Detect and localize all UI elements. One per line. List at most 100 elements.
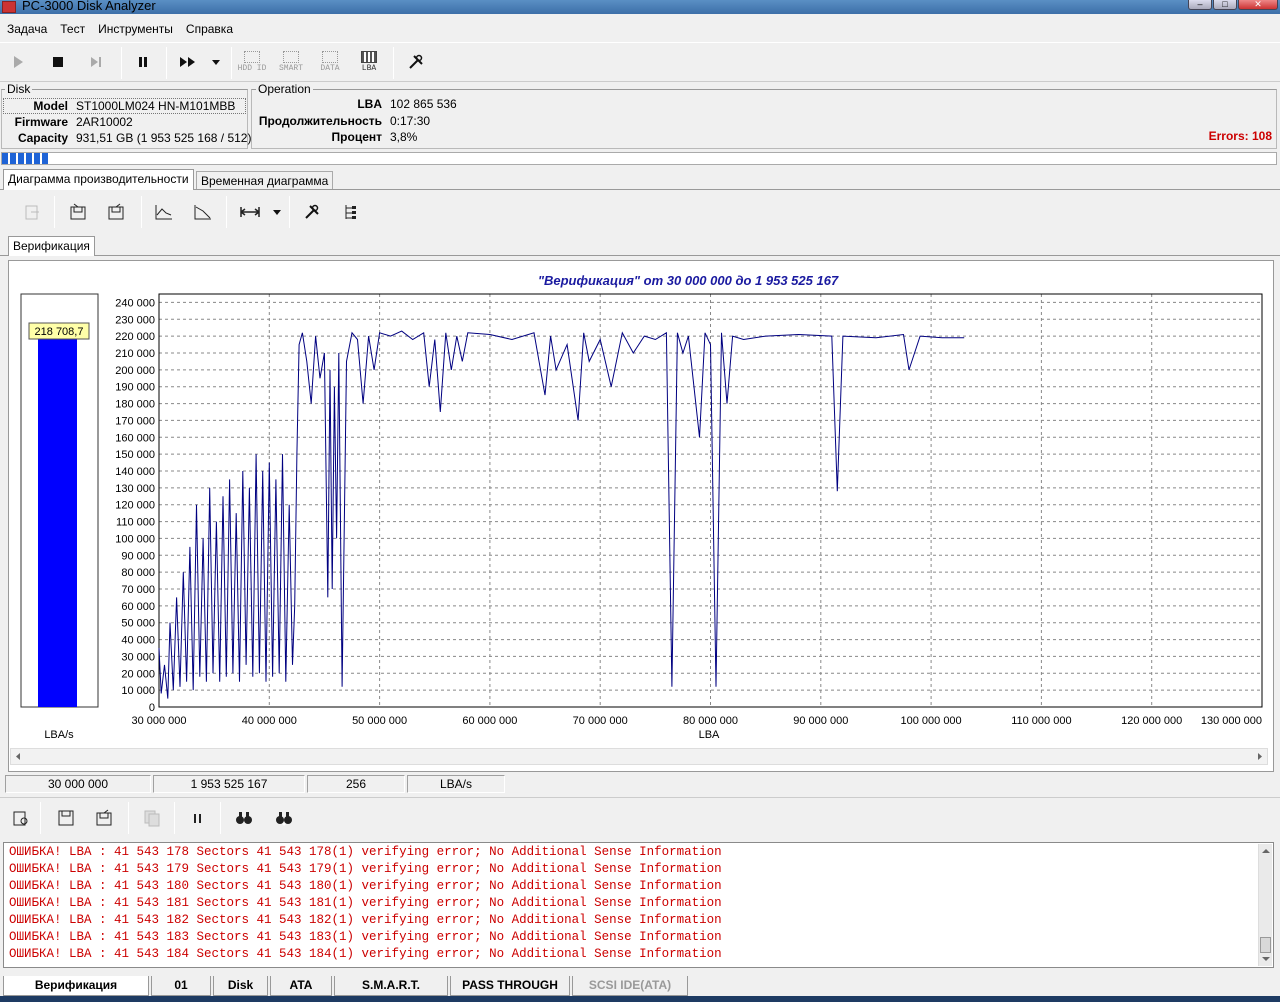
y-tick-label: 160 000 [115, 432, 155, 444]
y-tick-label: 10 000 [121, 685, 155, 697]
capacity-label: Capacity [17, 131, 68, 145]
data-button[interactable]: DATA [315, 51, 345, 73]
tab-time-diagram[interactable]: Временная диаграмма [196, 171, 334, 189]
tree-view-button[interactable] [338, 200, 362, 224]
bottom-tab-scsi-ide[interactable]: SCSI IDE(ATA) [572, 976, 688, 996]
progress-fill [2, 153, 51, 164]
menu-bar: Задача Тест Инструменты Справка [0, 19, 1280, 41]
range-button[interactable] [238, 200, 262, 224]
x-tick-label: 30 000 000 [131, 715, 186, 727]
firmware-value: 2AR10002 [76, 115, 133, 129]
smart-button[interactable]: SMART [276, 51, 306, 73]
menu-tools[interactable]: Инструменты [91, 19, 179, 36]
log-toolbar [0, 797, 1280, 839]
performance-chart: 218 708,7 LBA/s "Верификация" от 30 000 … [20, 273, 1263, 741]
fast-forward-dropdown[interactable] [208, 50, 224, 74]
play-icon [14, 56, 23, 68]
save-as-button[interactable] [104, 200, 128, 224]
log-settings-button[interactable] [8, 806, 32, 830]
binoculars-next-icon [276, 812, 292, 826]
chart-line-button[interactable] [152, 200, 176, 224]
model-label: Model [33, 99, 68, 113]
bottom-tab-ata[interactable]: ATA [270, 976, 332, 996]
stop-icon [53, 57, 63, 67]
gauge-bar [38, 338, 77, 707]
bottom-tab-disk[interactable]: Disk [213, 976, 268, 996]
y-tick-label: 120 000 [115, 500, 155, 512]
scroll-down-icon[interactable] [1260, 953, 1272, 965]
log-panel: ОШИБКА! LBA : 41 543 178 Sectors 41 543 … [3, 842, 1274, 968]
chart-horizontal-scrollbar[interactable] [10, 748, 1268, 765]
log-find-next-button[interactable] [272, 806, 296, 830]
scroll-up-icon[interactable] [1260, 845, 1272, 857]
model-value: ST1000LM024 HN-M101MBB [76, 99, 236, 113]
hdd-id-button[interactable]: HDD ID [237, 51, 267, 73]
minimize-button[interactable]: – [1188, 0, 1212, 10]
fast-forward-icon [180, 57, 195, 67]
chart-toolbar [0, 192, 1280, 232]
menu-task[interactable]: Задача [0, 19, 53, 36]
x-tick-label: 80 000 000 [683, 715, 738, 727]
tools-icon [305, 204, 319, 219]
log-copy-button[interactable] [140, 806, 164, 830]
close-button[interactable]: ✕ [1238, 0, 1278, 10]
chart-settings-button[interactable] [300, 200, 324, 224]
title-bar: PC-3000 Disk Analyzer – □ ✕ [0, 0, 1280, 14]
skip-button[interactable] [84, 50, 108, 74]
subtab-verification[interactable]: Верификация [8, 236, 95, 256]
export-icon [25, 205, 39, 220]
tab-performance-diagram[interactable]: Диаграмма производительности [3, 169, 194, 190]
log-save-button[interactable] [54, 806, 78, 830]
duration-label: Продолжительность [258, 114, 382, 128]
data-icon [322, 51, 338, 63]
menu-test[interactable]: Тест [53, 19, 91, 36]
chart-panel: 218 708,7 LBA/s "Верификация" от 30 000 … [8, 260, 1274, 772]
chart-line-icon [155, 205, 172, 220]
chevron-down-icon [273, 209, 281, 215]
lba-field-value: 102 865 536 [390, 97, 457, 111]
x-tick-label: 70 000 000 [573, 715, 628, 727]
tools-icon [409, 54, 423, 69]
y-tick-label: 110 000 [116, 517, 155, 529]
pause-button[interactable] [131, 50, 155, 74]
pause-icon [194, 814, 201, 823]
stop-button[interactable] [46, 50, 70, 74]
app-icon [2, 1, 16, 13]
log-find-button[interactable] [232, 806, 256, 830]
save-icon [58, 810, 74, 826]
range-dropdown[interactable] [270, 200, 284, 224]
bottom-tab-smart[interactable]: S.M.A.R.T. [334, 976, 448, 996]
y-tick-label: 40 000 [121, 635, 155, 647]
bottom-tab-pass-through[interactable]: PASS THROUGH [450, 976, 570, 996]
scroll-thumb[interactable] [1260, 937, 1271, 953]
os-taskbar [0, 996, 1280, 1002]
binoculars-icon [236, 812, 252, 824]
export-button[interactable] [20, 200, 44, 224]
y-tick-label: 200 000 [115, 365, 155, 377]
log-save-as-button[interactable] [92, 806, 116, 830]
capacity-value: 931,51 GB (1 953 525 168 / 512) [76, 131, 252, 145]
menu-help[interactable]: Справка [179, 19, 239, 36]
y-tick-label: 60 000 [121, 601, 155, 613]
scroll-left-icon[interactable] [12, 749, 24, 764]
save-as-icon [108, 203, 124, 220]
copy-icon [144, 810, 160, 827]
chart-trend-button[interactable] [191, 200, 215, 224]
scroll-right-icon[interactable] [1254, 749, 1266, 764]
x-tick-label: 60 000 000 [462, 715, 517, 727]
maximize-button[interactable]: □ [1213, 0, 1237, 10]
bottom-tab-verification[interactable]: Верификация [3, 976, 149, 996]
operation-group-label: Operation [256, 82, 313, 96]
x-tick-label: 90 000 000 [793, 715, 848, 727]
fast-forward-button[interactable] [176, 50, 200, 74]
tools-button[interactable] [404, 50, 428, 74]
bottom-tab-01[interactable]: 01 [151, 976, 211, 996]
log-settings-icon [13, 811, 28, 826]
y-tick-label: 50 000 [121, 618, 155, 630]
play-button[interactable] [6, 50, 30, 74]
lba-button[interactable]: LBA [354, 51, 384, 73]
log-vertical-scrollbar[interactable] [1258, 844, 1272, 966]
y-tick-label: 190 000 [115, 382, 155, 394]
save-chart-button[interactable] [66, 200, 90, 224]
log-pause-button[interactable] [186, 806, 210, 830]
